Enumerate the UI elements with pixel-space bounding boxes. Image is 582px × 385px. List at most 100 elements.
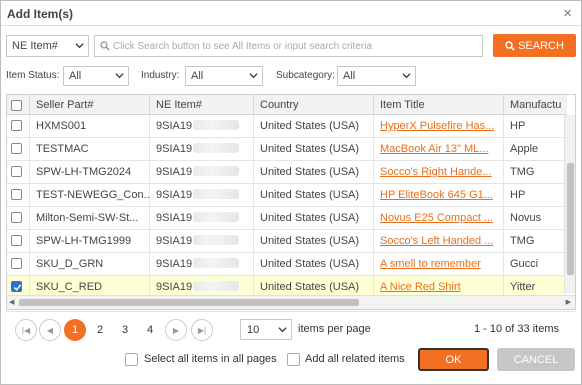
subcategory-label: Subcategory: — [276, 70, 335, 81]
cell-item-title[interactable]: HP EliteBook 645 G1... — [373, 184, 503, 206]
column-header-seller-part[interactable]: Seller Part# — [29, 95, 149, 115]
cell-seller-part: TEST-NEWEGG_Con... — [29, 184, 149, 206]
cell-seller-part: Milton-Semi-SW-St... — [29, 207, 149, 229]
row-checkbox[interactable] — [11, 143, 22, 154]
row-checkbox[interactable] — [11, 212, 22, 223]
cell-checkbox — [7, 253, 29, 275]
add-related-checkbox[interactable] — [287, 353, 300, 366]
row-checkbox[interactable] — [11, 258, 22, 269]
first-page-button[interactable]: |◀ — [15, 319, 37, 341]
cell-manufacturer: Novus — [503, 207, 567, 229]
cancel-button[interactable]: CANCEL — [497, 348, 575, 371]
column-header-ne-item[interactable]: NE Item# — [149, 95, 253, 115]
cell-ne-item-text: 9SIA19 — [156, 166, 193, 178]
cell-manufacturer: Apple — [503, 138, 567, 160]
cell-country: United States (USA) — [253, 253, 373, 275]
cell-item-title-text: HyperX Pulsefire Has... — [380, 120, 495, 132]
column-header-country[interactable]: Country — [253, 95, 373, 115]
cell-ne-item: 9SIA19 — [149, 184, 253, 206]
cell-item-title[interactable]: Novus E25 Compact ... — [373, 207, 503, 229]
redacted-value — [193, 189, 240, 199]
page-button-3[interactable]: 3 — [114, 319, 136, 341]
page-button-4[interactable]: 4 — [139, 319, 161, 341]
row-checkbox[interactable] — [11, 281, 22, 292]
column-header-item-title[interactable]: Item Title — [373, 95, 503, 115]
next-page-button[interactable]: ▶ — [165, 319, 187, 341]
cell-seller-part-text: TESTMAC — [36, 143, 89, 155]
cell-item-title-text: HP EliteBook 645 G1... — [380, 189, 493, 201]
cell-seller-part: SKU_D_GRN — [29, 253, 149, 275]
cell-checkbox — [7, 207, 29, 229]
cell-item-title[interactable]: HyperX Pulsefire Has... — [373, 115, 503, 137]
redacted-value — [193, 281, 240, 291]
scroll-left-arrow-icon[interactable]: ◀ — [9, 298, 14, 306]
item-status-select[interactable]: All — [63, 66, 129, 86]
close-icon[interactable]: × — [563, 5, 572, 22]
redacted-value — [193, 166, 240, 176]
cell-seller-part: SPW-LH-TMG2024 — [29, 161, 149, 183]
cell-country-text: United States (USA) — [260, 235, 360, 247]
search-button-label: SEARCH — [518, 39, 564, 52]
item-status-label: Item Status: — [6, 70, 60, 81]
table-row[interactable]: SPW-LH-TMG2024 9SIA19 United States (USA) S… — [7, 161, 567, 184]
cell-item-title-text: Socco's Right Hande... — [380, 166, 492, 178]
cell-seller-part-text: SPW-LH-TMG1999 — [36, 235, 132, 247]
cell-item-title[interactable]: MacBook Air 13" ML... — [373, 138, 503, 160]
check-icon — [13, 284, 22, 291]
select-all-pages-label: Select all items in all pages — [144, 353, 277, 365]
cell-country-text: United States (USA) — [260, 166, 360, 178]
horizontal-scroll-thumb[interactable] — [19, 299, 359, 306]
horizontal-scrollbar[interactable]: ◀ ▶ — [7, 295, 575, 309]
table-row[interactable]: TESTMAC 9SIA19 United States (USA) MacBook … — [7, 138, 567, 161]
row-checkbox[interactable] — [11, 166, 22, 177]
page-button-2[interactable]: 2 — [89, 319, 111, 341]
cell-ne-item-text: 9SIA19 — [156, 212, 193, 224]
items-per-page-label: items per page — [298, 323, 371, 335]
search-input[interactable]: Click Search button to see All Items or … — [94, 35, 483, 57]
row-checkbox[interactable] — [11, 120, 22, 131]
table-row[interactable]: SPW-LH-TMG1999 9SIA19 United States (USA) S… — [7, 230, 567, 253]
search-icon — [505, 40, 515, 51]
industry-label: Industry: — [141, 70, 180, 81]
cell-checkbox — [7, 230, 29, 252]
pager: |◀ ◀ 1 2 3 4 ▶ ▶| 10 items per page 1 - … — [6, 311, 576, 345]
row-checkbox[interactable] — [11, 189, 22, 200]
table-row[interactable]: TEST-NEWEGG_Con... 9SIA19 United States (U… — [7, 184, 567, 207]
cell-manufacturer-text: TMG — [510, 235, 535, 247]
chevron-down-icon — [75, 43, 84, 49]
select-all-header-cell — [7, 95, 29, 115]
vertical-scroll-thumb[interactable] — [567, 163, 574, 275]
chevron-down-icon — [249, 73, 258, 79]
last-page-button[interactable]: ▶| — [191, 319, 213, 341]
column-header-manufacturer[interactable]: Manufactu — [503, 95, 567, 115]
search-button[interactable]: SEARCH — [493, 34, 576, 57]
prev-page-button[interactable]: ◀ — [39, 319, 61, 341]
cell-manufacturer-text: Apple — [510, 143, 539, 155]
subcategory-value: All — [343, 70, 356, 82]
row-checkbox[interactable] — [11, 235, 22, 246]
select-all-pages-checkbox[interactable] — [125, 353, 138, 366]
select-all-checkbox[interactable] — [11, 100, 22, 111]
ok-button[interactable]: OK — [418, 348, 489, 371]
table-row[interactable]: HXMS001 9SIA19 United States (USA) HyperX P… — [7, 115, 567, 138]
page-size-select[interactable]: 10 — [240, 319, 292, 340]
industry-select[interactable]: All — [185, 66, 263, 86]
cell-seller-part-text: SKU_C_RED — [36, 281, 103, 293]
search-type-select[interactable]: NE Item# — [6, 35, 89, 57]
cell-item-title[interactable]: Socco's Right Hande... — [373, 161, 503, 183]
table-row[interactable]: Milton-Semi-SW-St... 9SIA19 United States … — [7, 207, 567, 230]
cell-country: United States (USA) — [253, 230, 373, 252]
chevron-down-icon — [278, 327, 287, 333]
redacted-value — [193, 258, 240, 268]
scroll-right-arrow-icon[interactable]: ▶ — [566, 298, 571, 306]
cell-country-text: United States (USA) — [260, 258, 360, 270]
page-button-1[interactable]: 1 — [64, 319, 86, 341]
vertical-scrollbar[interactable] — [564, 115, 575, 293]
cell-manufacturer-text: Yitter — [510, 281, 536, 293]
cell-country-text: United States (USA) — [260, 189, 360, 201]
cell-item-title[interactable]: Socco's Left Handed ... — [373, 230, 503, 252]
table-row[interactable]: SKU_D_GRN 9SIA19 United States (USA) A smel… — [7, 253, 567, 276]
subcategory-select[interactable]: All — [337, 66, 416, 86]
cell-manufacturer-text: Gucci — [510, 258, 539, 270]
cell-item-title[interactable]: A smell to remember — [373, 253, 503, 275]
